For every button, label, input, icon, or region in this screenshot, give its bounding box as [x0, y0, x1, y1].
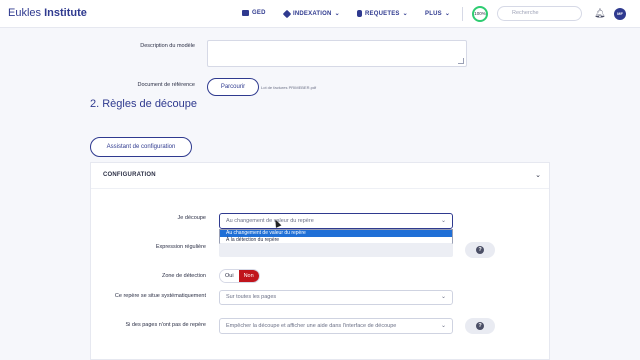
- detection-zone-toggle[interactable]: Oui Non: [219, 269, 260, 283]
- cut-mode-dropdown: Au changement de valeur du repère À la d…: [219, 229, 453, 244]
- chevron-down-icon: ⌄: [440, 218, 446, 224]
- search-input[interactable]: Recherche: [497, 6, 582, 21]
- chevron-down-icon: ⌄: [444, 11, 451, 17]
- bell-icon[interactable]: 🔔︎: [594, 8, 605, 19]
- top-navbar: Eukles Institute GED INDEXATION ⌄ REQUET…: [0, 0, 640, 28]
- config-wizard-button[interactable]: Assistant de configuration: [90, 137, 192, 157]
- tag-icon: [282, 9, 292, 18]
- monitor-icon: [242, 10, 249, 16]
- avatar[interactable]: MF: [614, 8, 626, 20]
- regex-label: Expression régulière: [155, 244, 206, 250]
- reference-label: Document de référence: [137, 82, 195, 88]
- nav-indexation[interactable]: INDEXATION ⌄: [282, 9, 340, 18]
- nav-divider: [462, 7, 463, 21]
- missing-help-button[interactable]: ?: [465, 318, 495, 334]
- zone-label: Zone de détection: [161, 273, 206, 279]
- chevron-down-icon: ⌄: [440, 323, 446, 329]
- dropdown-option[interactable]: Au changement de valeur du repère: [220, 230, 452, 237]
- regex-help-button[interactable]: ?: [465, 242, 495, 258]
- chevron-down-icon: ⌄: [440, 294, 446, 300]
- regex-input: [219, 243, 453, 257]
- help-icon: ?: [476, 246, 484, 254]
- section-title: 2. Règles de découpe: [90, 98, 198, 110]
- chevron-down-icon: ⌄: [334, 11, 340, 17]
- completion-badge: 100%: [472, 6, 488, 22]
- database-icon: [357, 10, 362, 17]
- configuration-title: CONFIGURATION: [103, 172, 156, 178]
- systematic-select[interactable]: Sur toutes les pages ⌄: [219, 290, 453, 305]
- systematic-label: Ce repère se situe systématiquement: [114, 293, 206, 299]
- description-textarea[interactable]: [207, 40, 467, 67]
- description-label: Description du modèle: [140, 43, 195, 49]
- configuration-header[interactable]: CONFIGURATION ⌄: [91, 163, 549, 189]
- help-icon: ?: [476, 322, 484, 330]
- missing-marker-label: Si des pages n'ont pas de repère: [125, 322, 206, 328]
- file-name: Lot de factures PRIMEBER.pdf: [261, 85, 317, 90]
- chevron-down-icon: ⌄: [402, 11, 408, 17]
- toggle-no[interactable]: Non: [238, 270, 259, 282]
- cut-mode-select[interactable]: Au changement de valeur du repère ⌄: [219, 213, 453, 229]
- missing-marker-select[interactable]: Empêcher la découpe et afficher une aide…: [219, 318, 453, 334]
- chevron-down-icon[interactable]: ⌄: [535, 171, 541, 179]
- nav-requetes[interactable]: REQUETES ⌄: [357, 10, 408, 17]
- cut-label: Je découpe: [177, 215, 206, 221]
- nav-ged[interactable]: GED: [242, 10, 266, 16]
- app-logo[interactable]: Eukles Institute: [8, 7, 87, 19]
- nav-plus[interactable]: PLUS ⌄: [425, 10, 451, 18]
- toggle-yes[interactable]: Oui: [220, 270, 239, 282]
- browse-button[interactable]: Parcourir: [207, 78, 259, 96]
